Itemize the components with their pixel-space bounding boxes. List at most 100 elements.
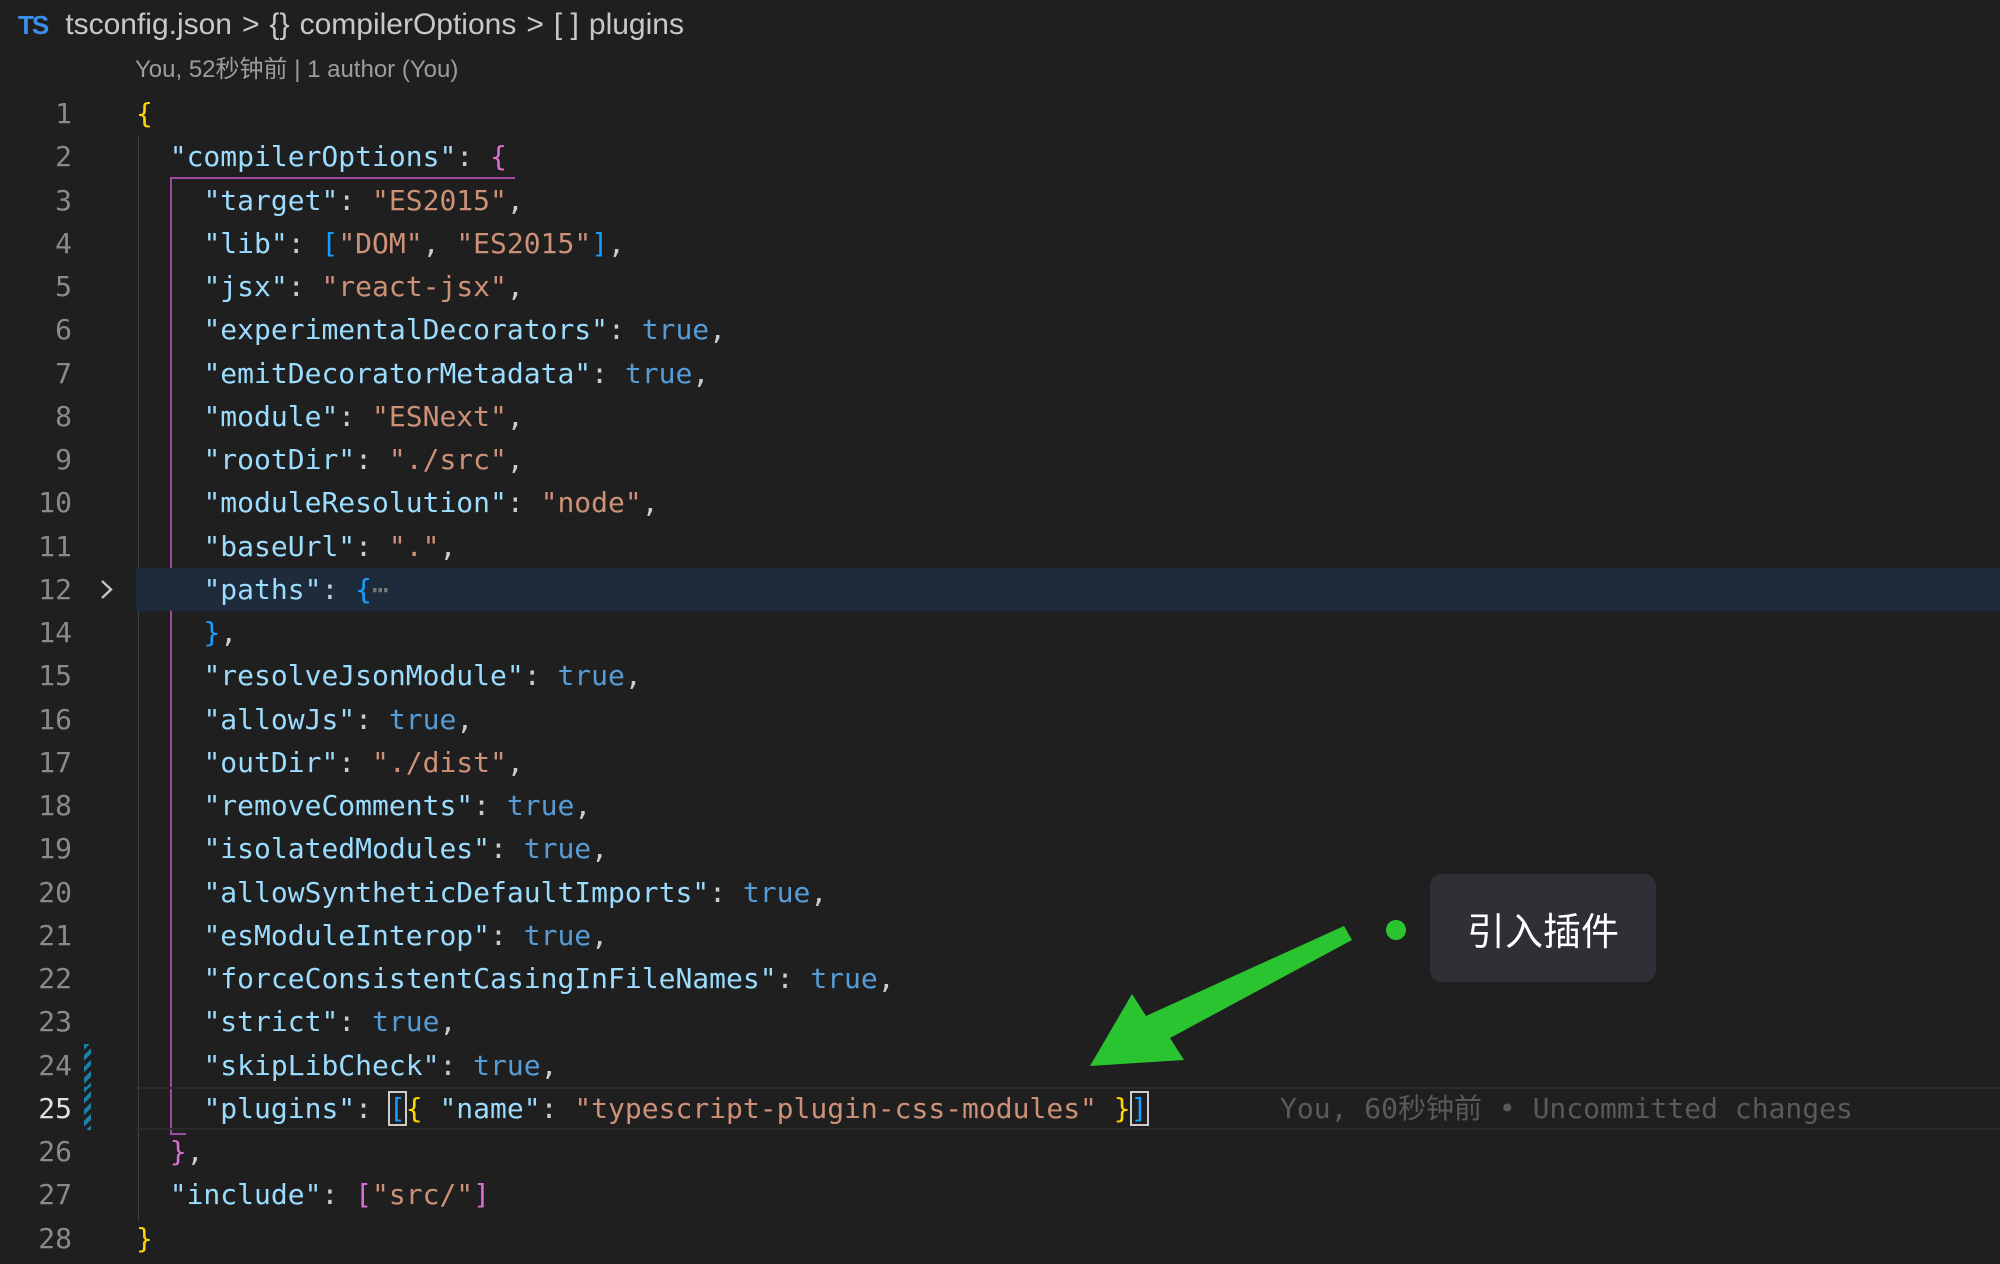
line-number: 12 bbox=[38, 572, 72, 606]
inline-git-blame[interactable]: You, 60秒钟前 • Uncommitted changes bbox=[1280, 1087, 1853, 1130]
green-arrow-icon bbox=[1090, 926, 1352, 1066]
git-blame-codelens[interactable]: You, 52秒钟前 | 1 author (You) bbox=[135, 54, 458, 86]
line-number: 2 bbox=[55, 140, 72, 174]
line-number: 1 bbox=[55, 97, 72, 130]
line-content: "resolveJsonModule": true, bbox=[203, 659, 642, 693]
array-symbol-icon: [ ] bbox=[553, 8, 579, 41]
annotation-dot-icon bbox=[1386, 920, 1406, 940]
code-line: 5 "jsx": "react-jsx", bbox=[0, 265, 2000, 308]
line-number: 8 bbox=[55, 399, 72, 433]
line-number: 19 bbox=[38, 832, 72, 866]
line-content: "outDir": "./dist", bbox=[203, 745, 524, 779]
breadcrumb-separator: > bbox=[242, 8, 260, 41]
folded-ellipsis[interactable]: ⋯ bbox=[372, 573, 389, 606]
line-content: } bbox=[136, 1221, 153, 1255]
code-line: 3 "target": "ES2015", bbox=[0, 179, 2000, 222]
line-content: "strict": true, bbox=[203, 1005, 457, 1039]
code-line: 26 }, bbox=[0, 1130, 2000, 1173]
line-number: 25 bbox=[38, 1091, 72, 1125]
line-number: 28 bbox=[38, 1221, 72, 1255]
line-number: 23 bbox=[38, 1005, 72, 1039]
line-content: "module": "ESNext", bbox=[203, 399, 524, 433]
line-number: 16 bbox=[38, 702, 72, 736]
line-content: "jsx": "react-jsx", bbox=[203, 270, 524, 303]
line-content: "lib": ["DOM", "ES2015"], bbox=[203, 226, 625, 260]
code-line: 19 "isolatedModules": true, bbox=[0, 827, 2000, 870]
line-content: }, bbox=[169, 1135, 204, 1168]
git-modified-indicator[interactable] bbox=[84, 1086, 91, 1130]
line-number: 14 bbox=[38, 616, 72, 649]
git-modified-indicator[interactable] bbox=[84, 1043, 91, 1087]
line-content: "allowJs": true, bbox=[203, 702, 474, 736]
object-symbol-icon: {} bbox=[269, 8, 290, 41]
line-content: "moduleResolution": "node", bbox=[203, 486, 659, 520]
code-line: 17 "outDir": "./dist", bbox=[0, 741, 2000, 784]
code-line: 20 "allowSyntheticDefaultImports": true, bbox=[0, 871, 2000, 914]
breadcrumb-file[interactable]: tsconfig.json bbox=[65, 8, 232, 42]
line-number: 9 bbox=[55, 443, 72, 476]
line-content: "include": ["src/"] bbox=[169, 1178, 491, 1212]
line-content: "emitDecoratorMetadata": true, bbox=[203, 356, 710, 390]
code-line: 2 "compilerOptions": { bbox=[0, 135, 2000, 178]
typescript-file-icon: TS bbox=[18, 9, 49, 40]
line-content: "target": "ES2015", bbox=[203, 183, 524, 217]
code-line: 27 "include": ["src/"] bbox=[0, 1173, 2000, 1216]
line-content: "rootDir": "./src", bbox=[203, 443, 524, 476]
line-number: 11 bbox=[38, 529, 72, 563]
matching-bracket: [ bbox=[387, 1090, 407, 1126]
code-line: 22 "forceConsistentCasingInFileNames": t… bbox=[0, 957, 2000, 1000]
line-content: "compilerOptions": { bbox=[169, 140, 507, 174]
line-content: "plugins": [{ "name": "typescript-plugin… bbox=[203, 1090, 1149, 1126]
line-number: 6 bbox=[55, 313, 72, 347]
line-number: 17 bbox=[38, 745, 72, 779]
line-content: "allowSyntheticDefaultImports": true, bbox=[203, 875, 828, 909]
line-content: "esModuleInterop": true, bbox=[203, 918, 609, 952]
line-number: 22 bbox=[38, 962, 72, 995]
code-line: 10 "moduleResolution": "node", bbox=[0, 481, 2000, 524]
annotation-callout: 引入插件 bbox=[1430, 874, 1656, 982]
code-line: 9 "rootDir": "./src", bbox=[0, 438, 2000, 481]
line-number: 26 bbox=[38, 1135, 72, 1168]
code-line-current[interactable]: 25 "plugins": [{ "name": "typescript-plu… bbox=[0, 1086, 2000, 1130]
breadcrumb-plugins[interactable]: plugins bbox=[589, 8, 684, 42]
line-number: 3 bbox=[55, 183, 72, 217]
line-number: 20 bbox=[38, 875, 72, 909]
code-line: 1 { bbox=[0, 92, 2000, 135]
line-content: "baseUrl": ".", bbox=[203, 529, 457, 563]
line-highlight bbox=[136, 567, 2000, 611]
code-line: 4 "lib": ["DOM", "ES2015"], bbox=[0, 222, 2000, 265]
line-number: 27 bbox=[38, 1178, 72, 1212]
line-content: { bbox=[136, 97, 153, 130]
line-number: 7 bbox=[55, 356, 72, 390]
matching-bracket: ] bbox=[1129, 1090, 1149, 1126]
line-number: 5 bbox=[55, 270, 72, 303]
line-content: "paths": {⋯ bbox=[203, 572, 389, 606]
code-line: 8 "module": "ESNext", bbox=[0, 395, 2000, 438]
code-line: 11 "baseUrl": ".", bbox=[0, 525, 2000, 568]
line-number: 4 bbox=[55, 226, 72, 260]
code-line: 21 "esModuleInterop": true, bbox=[0, 914, 2000, 957]
code-line: 24 "skipLibCheck": true, bbox=[0, 1043, 2000, 1087]
chevron-right-icon[interactable] bbox=[98, 568, 122, 611]
code-line: 7 "emitDecoratorMetadata": true, bbox=[0, 352, 2000, 395]
code-line: 23 "strict": true, bbox=[0, 1000, 2000, 1043]
code-line: 15 "resolveJsonModule": true, bbox=[0, 654, 2000, 697]
line-content: "removeComments": true, bbox=[203, 789, 592, 822]
code-line: 14 }, bbox=[0, 611, 2000, 654]
line-content: "experimentalDecorators": true, bbox=[203, 313, 727, 347]
breadcrumb-compiler-options[interactable]: compilerOptions bbox=[300, 8, 517, 42]
line-number: 15 bbox=[38, 659, 72, 693]
annotation-text: 引入插件 bbox=[1466, 909, 1619, 954]
line-content: }, bbox=[203, 616, 238, 649]
code-editor[interactable]: 1 { 2 "compilerOptions": { 3 "target": "… bbox=[0, 92, 2000, 1264]
line-number: 21 bbox=[38, 918, 72, 952]
line-content: "skipLibCheck": true, bbox=[203, 1048, 558, 1082]
line-content: "forceConsistentCasingInFileNames": true… bbox=[203, 962, 895, 995]
line-number: 10 bbox=[38, 486, 72, 520]
code-line: 28 } bbox=[0, 1217, 2000, 1260]
breadcrumb: TS tsconfig.json > {} compilerOptions > … bbox=[0, 0, 2000, 50]
line-number: 24 bbox=[38, 1048, 72, 1082]
code-line-folded[interactable]: 12 "paths": {⋯ bbox=[0, 567, 2000, 611]
code-line: 6 "experimentalDecorators": true, bbox=[0, 308, 2000, 351]
line-content: "isolatedModules": true, bbox=[203, 832, 609, 866]
